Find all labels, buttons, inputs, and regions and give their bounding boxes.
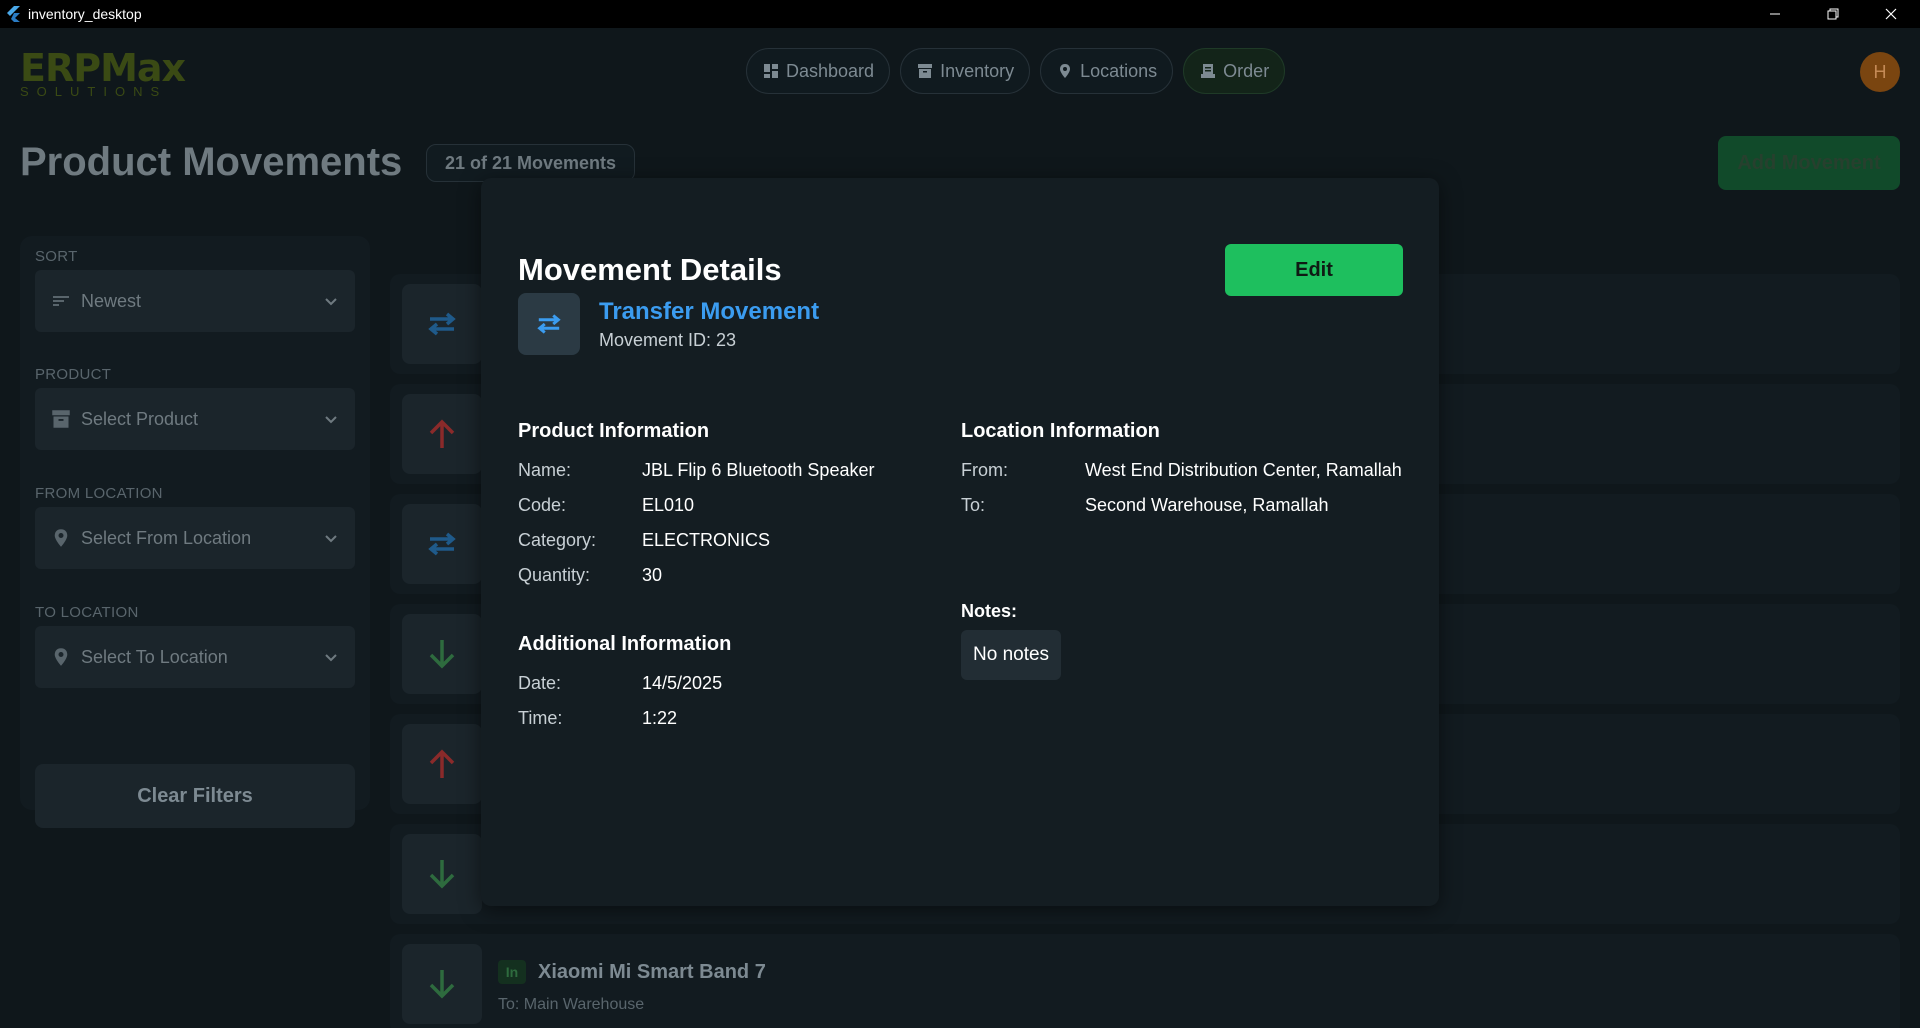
from-location-label: FROM LOCATION — [35, 485, 163, 502]
list-item[interactable]: In Xiaomi Mi Smart Band 7 To: Main Wareh… — [390, 934, 1900, 1028]
to-location-dropdown[interactable]: Select To Location — [35, 626, 355, 688]
filters-panel: SORT Newest PRODUCT Select Product FROM … — [20, 236, 370, 828]
product-name-value: JBL Flip 6 Bluetooth Speaker — [642, 460, 875, 480]
category-key: Category: — [518, 530, 597, 550]
location-pin-icon — [54, 648, 68, 666]
transfer-icon — [518, 293, 580, 355]
to-location-value: Second Warehouse, Ramallah — [1085, 495, 1329, 515]
nav-order-label: Order — [1223, 60, 1270, 81]
movement-product-name: Xiaomi Mi Smart Band 7 — [538, 961, 766, 983]
date-value: 14/5/2025 — [642, 673, 723, 693]
quantity-value: 30 — [642, 565, 663, 585]
nav-inventory[interactable]: Inventory — [900, 48, 1031, 94]
edit-button[interactable]: Edit — [1225, 244, 1403, 296]
code-key: Code: — [518, 495, 567, 515]
quantity-key: Quantity: — [518, 565, 591, 585]
page-title: Product Movements — [20, 140, 403, 184]
arrow-up-icon — [402, 394, 482, 474]
product-category-value: ELECTRONICS — [642, 530, 771, 550]
order-icon — [1201, 64, 1216, 78]
product-info-heading: Product Information — [518, 420, 710, 442]
notes-value: No notes — [961, 630, 1062, 680]
restore-button[interactable] — [1804, 0, 1862, 28]
window-title-bar: inventory_desktop — [0, 0, 1920, 28]
notes-label: Notes: — [961, 601, 1018, 621]
movement-type-badge: In — [498, 960, 526, 984]
logo-subtitle: SOLUTIONS — [20, 84, 168, 99]
sort-dropdown[interactable]: Newest — [35, 270, 355, 332]
additional-info-heading: Additional Information — [518, 633, 732, 655]
sort-icon — [53, 296, 69, 306]
chevron-down-icon — [325, 416, 337, 424]
location-pin-icon — [54, 529, 68, 547]
to-key: To: — [961, 495, 986, 515]
flutter-app-icon — [6, 6, 22, 22]
nav-locations-label: Locations — [1080, 60, 1158, 81]
arrow-down-icon — [402, 944, 482, 1024]
nav-dashboard[interactable]: Dashboard — [746, 48, 891, 94]
to-location-label: TO LOCATION — [35, 604, 139, 621]
minimize-button[interactable] — [1746, 0, 1804, 28]
product-label: PRODUCT — [35, 366, 112, 383]
from-location-value: West End Distribution Center, Ramallah — [1085, 460, 1402, 480]
add-movement-button[interactable]: Add Movement — [1718, 136, 1900, 190]
location-pin-icon — [1060, 64, 1071, 78]
arrow-down-icon — [402, 834, 482, 914]
nav-dashboard-label: Dashboard — [786, 60, 875, 81]
window-title: inventory_desktop — [28, 6, 142, 22]
product-dropdown[interactable]: Select Product — [35, 388, 355, 450]
sort-label: SORT — [35, 248, 78, 265]
from-key: From: — [961, 460, 1008, 480]
movement-type-title: Transfer Movement — [599, 298, 820, 325]
from-location-dropdown[interactable]: Select From Location — [35, 507, 355, 569]
sort-value: Newest — [81, 290, 142, 311]
transfer-icon — [402, 504, 482, 584]
erpmax-logo[interactable]: ERPMax SOLUTIONS — [20, 46, 186, 99]
name-key: Name: — [518, 460, 572, 480]
chevron-down-icon — [325, 654, 337, 662]
movement-id: Movement ID: 23 — [599, 330, 737, 350]
nav-locations[interactable]: Locations — [1040, 48, 1174, 94]
from-location-placeholder: Select From Location — [81, 527, 252, 548]
product-placeholder: Select Product — [81, 408, 199, 429]
transfer-icon — [402, 284, 482, 364]
clear-filters-button[interactable]: Clear Filters — [35, 764, 355, 828]
time-key: Time: — [518, 708, 563, 728]
arrow-down-icon — [402, 614, 482, 694]
app-window: ERPMax SOLUTIONS Dashboard Inventory Loc… — [0, 28, 1920, 1028]
inventory-icon — [918, 64, 933, 78]
arrow-up-icon — [402, 724, 482, 804]
inventory-icon — [52, 410, 70, 428]
movement-count-badge: 21 of 21 Movements — [426, 144, 636, 182]
location-info-heading: Location Information — [961, 420, 1160, 442]
nav-inventory-label: Inventory — [940, 60, 1015, 81]
close-window-button[interactable] — [1862, 0, 1920, 28]
movement-destination: To: Main Warehouse — [498, 996, 645, 1013]
movement-details-dialog: Movement Details Edit Transfer Movement … — [481, 178, 1439, 906]
nav-order[interactable]: Order — [1183, 48, 1286, 94]
dashboard-icon — [764, 64, 778, 78]
logo-wordmark: ERPMax — [20, 46, 186, 90]
chevron-down-icon — [325, 298, 337, 306]
time-value: 1:22 — [642, 708, 678, 728]
product-code-value: EL010 — [642, 495, 695, 515]
user-avatar[interactable]: H — [1860, 52, 1900, 92]
dialog-title: Movement Details — [518, 252, 782, 287]
date-key: Date: — [518, 673, 562, 693]
top-navigation: Dashboard Inventory Locations Order — [746, 48, 1286, 94]
chevron-down-icon — [325, 535, 337, 543]
to-location-placeholder: Select To Location — [81, 646, 228, 667]
